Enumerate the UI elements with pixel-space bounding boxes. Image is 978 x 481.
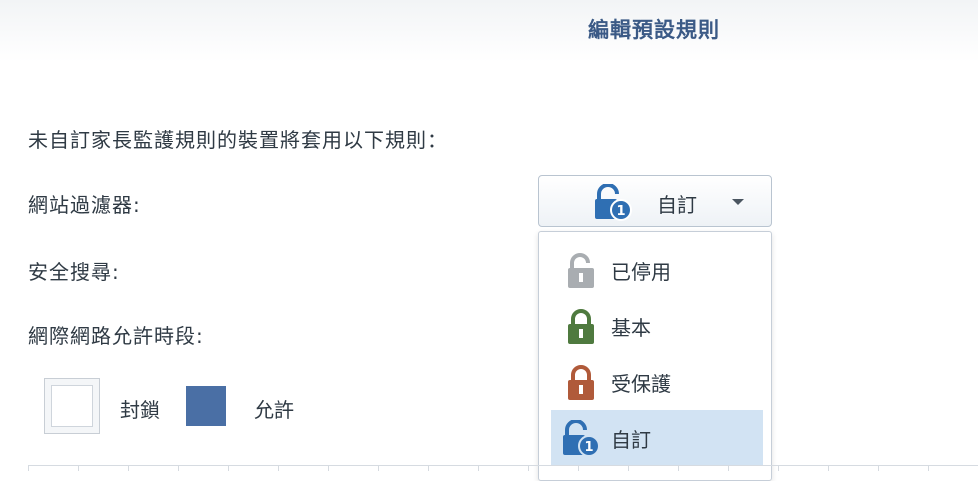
lock-disabled-icon <box>568 253 594 288</box>
web-filter-menu: 已停用 基本 受保護 1 自訂 <box>538 231 772 481</box>
schedule-grid-top-edge <box>28 465 978 471</box>
menu-item-disabled[interactable]: 已停用 <box>551 242 763 298</box>
legend-allow-label: 允許 <box>254 398 294 422</box>
menu-item-label: 基本 <box>611 316 651 340</box>
lock-custom-icon: 1 <box>595 184 632 221</box>
lock-custom-icon: 1 <box>563 420 600 457</box>
menu-item-label: 已停用 <box>611 260 671 284</box>
lock-protected-icon <box>568 365 594 400</box>
legend-block-swatch <box>44 378 100 434</box>
legend-allow-swatch <box>186 386 226 426</box>
menu-item-label: 自訂 <box>611 428 651 452</box>
web-filter-label: 網站過濾器: <box>28 193 141 217</box>
internet-time-label: 網際網路允許時段: <box>28 324 204 348</box>
menu-item-label: 受保護 <box>611 372 671 396</box>
menu-item-custom[interactable]: 1 自訂 <box>551 410 763 466</box>
dialog-title: 編輯預設規則 <box>588 18 720 42</box>
dialog-header: 編輯預設規則 <box>0 0 978 62</box>
lock-basic-icon <box>568 309 594 344</box>
menu-item-protected[interactable]: 受保護 <box>551 354 763 410</box>
legend-block-label: 封鎖 <box>120 398 160 422</box>
menu-item-basic[interactable]: 基本 <box>551 298 763 354</box>
svg-text:1: 1 <box>584 440 593 455</box>
web-filter-selected-value: 自訂 <box>657 193 697 217</box>
chevron-down-icon <box>732 199 744 205</box>
web-filter-dropdown[interactable]: 1 自訂 <box>538 175 772 227</box>
safe-search-label: 安全搜尋: <box>28 260 120 284</box>
svg-text:1: 1 <box>616 204 625 219</box>
default-rule-description: 未自訂家長監護規則的裝置將套用以下規則： <box>28 128 448 152</box>
legend-block-swatch-inner <box>51 385 93 427</box>
